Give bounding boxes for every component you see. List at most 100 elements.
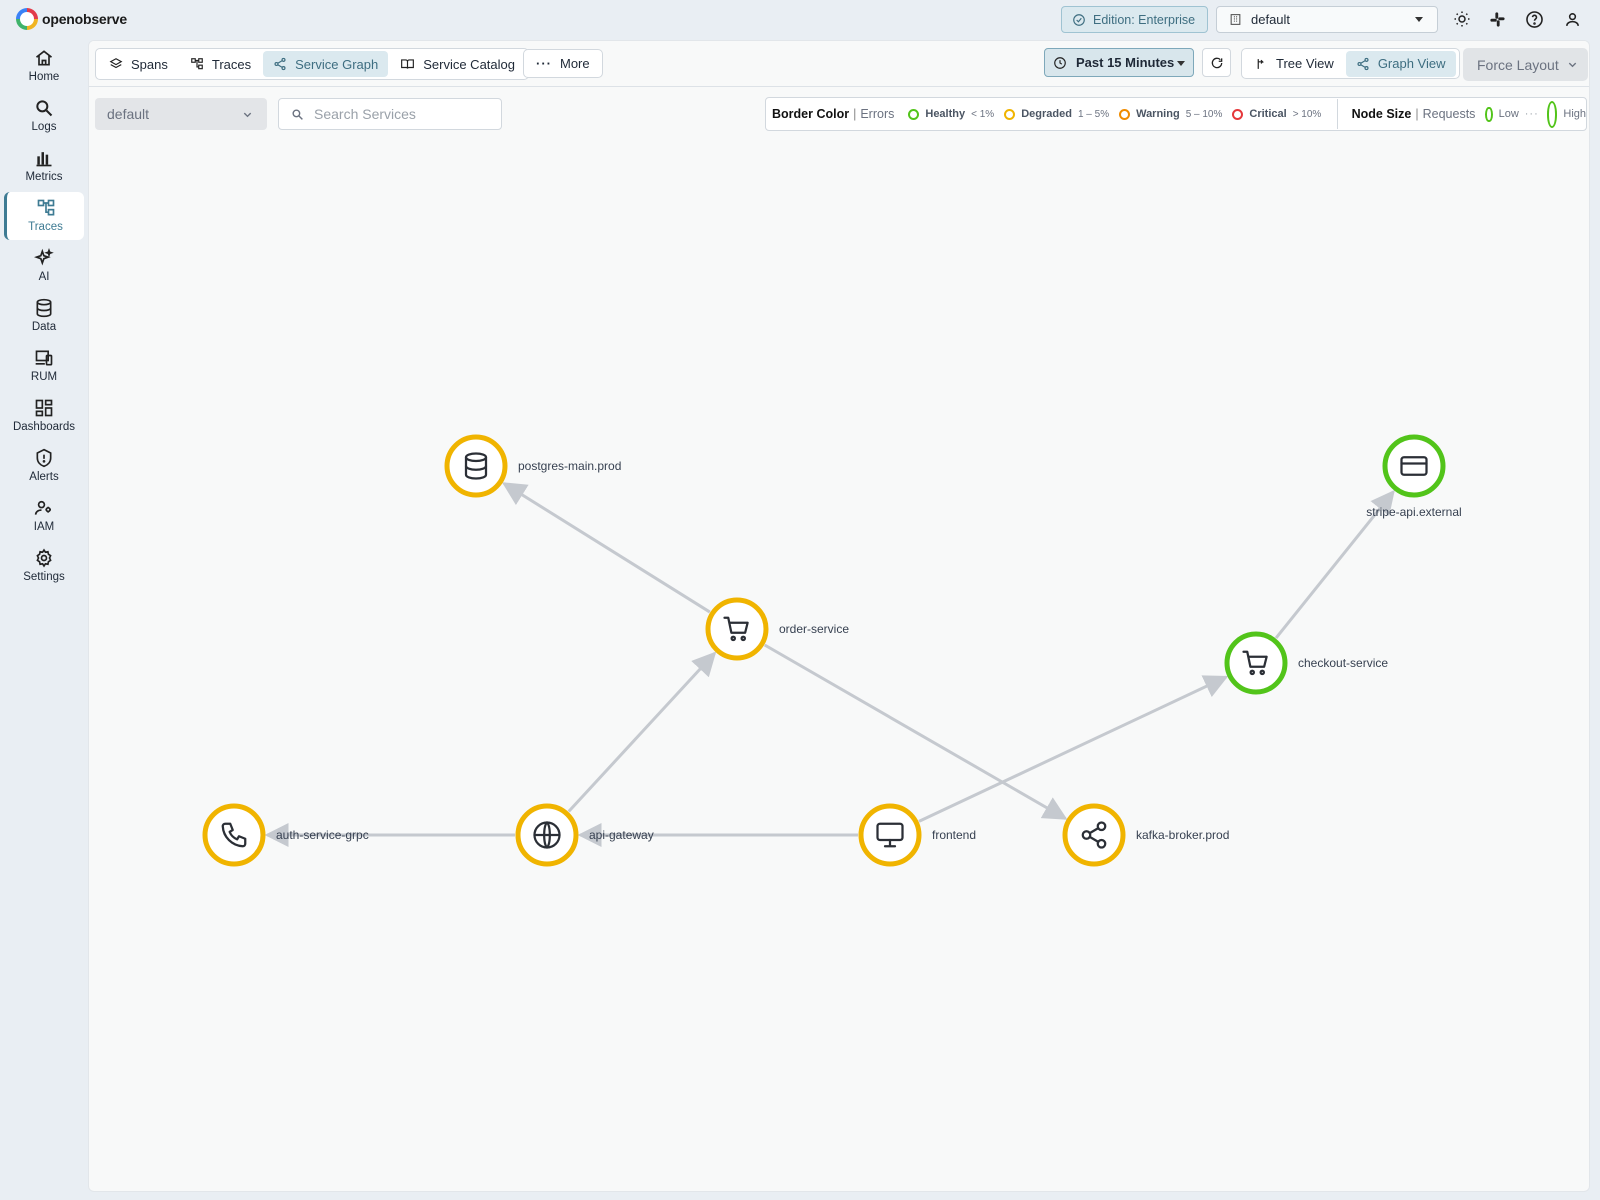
help-icon[interactable] — [1524, 9, 1544, 29]
sidebar-item-logs[interactable]: Logs — [4, 92, 84, 140]
status-ring-icon — [1004, 108, 1016, 120]
sidebar-item-label: IAM — [33, 521, 55, 533]
view-label: Graph View — [1377, 56, 1446, 71]
more-button[interactable]: ··· More — [523, 49, 603, 78]
sidebar-item-traces[interactable]: Traces — [4, 192, 84, 240]
sidebar-item-metrics[interactable]: Metrics — [4, 142, 84, 190]
tab-spans[interactable]: Spans — [99, 51, 178, 77]
devices-icon — [35, 350, 53, 366]
node-label: frontend — [932, 828, 976, 842]
node-label: auth-service-grpc — [276, 828, 369, 842]
top-bar: openobserve Edition: Enterprise default — [0, 0, 1600, 38]
legend-size-low: Low — [1498, 108, 1519, 120]
graph-node[interactable]: postgres-main.prod — [444, 434, 621, 498]
tab-service-graph[interactable]: Service Graph — [263, 51, 389, 77]
tab-service-catalog[interactable]: Service Catalog — [390, 51, 525, 77]
node-label: kafka-broker.prod — [1136, 828, 1229, 842]
legend-size-high: High — [1563, 108, 1586, 120]
graph-node[interactable]: stripe-api.external — [1366, 434, 1462, 519]
legend-size-title: Node Size — [1351, 107, 1412, 121]
user-icon[interactable] — [1562, 9, 1582, 29]
legend-size-sub: Requests — [1422, 107, 1476, 121]
layout-select[interactable]: Force Layout — [1463, 48, 1588, 81]
sidebar-item-data[interactable]: Data — [4, 292, 84, 340]
app-name: openobserve — [42, 11, 127, 27]
graph-node[interactable]: checkout-service — [1224, 631, 1388, 695]
legend-item-warning: Warning 5 – 10% — [1119, 108, 1222, 120]
org-select[interactable]: default — [1216, 6, 1438, 33]
sidebar: Home Logs Metrics Traces AI Data RUM Das… — [0, 38, 88, 1200]
sidebar-item-label: Logs — [31, 121, 57, 133]
sidebar-item-home[interactable]: Home — [4, 42, 84, 90]
stream-value: default — [107, 106, 150, 122]
app-logo[interactable]: openobserve — [16, 8, 127, 30]
time-range-picker[interactable]: Past 15 Minutes — [1044, 48, 1194, 77]
toolbar: Spans Traces Service Graph Service Catal… — [89, 41, 1589, 87]
refresh-button[interactable] — [1202, 48, 1231, 77]
slack-icon[interactable] — [1487, 9, 1507, 29]
book-icon — [401, 59, 415, 69]
logo-mark-icon — [16, 8, 38, 30]
legend-item-critical: Critical > 10% — [1232, 108, 1321, 120]
edition-badge[interactable]: Edition: Enterprise — [1061, 6, 1208, 33]
node-label: order-service — [779, 622, 849, 636]
gear-icon — [36, 548, 52, 568]
sidebar-item-dashboards[interactable]: Dashboards — [4, 392, 84, 440]
sidebar-item-settings[interactable]: Settings — [4, 542, 84, 590]
dashboard-icon — [35, 399, 53, 417]
status-ring-icon — [1232, 108, 1244, 120]
legend-separator: | — [1415, 107, 1419, 121]
chevron-down-icon — [1177, 61, 1185, 66]
share-icon — [1357, 57, 1369, 70]
chevron-down-icon — [1568, 62, 1576, 68]
sidebar-item-rum[interactable]: RUM — [4, 342, 84, 390]
org-value: default — [1251, 12, 1291, 27]
graph-edge — [567, 651, 717, 813]
graph-legend: Border Color | Errors Healthy < 1% Degra… — [765, 97, 1587, 131]
shield-alert-icon — [36, 448, 52, 468]
tab-traces[interactable]: Traces — [180, 51, 261, 77]
tree-icon — [1257, 58, 1265, 69]
graph-node[interactable]: auth-service-grpc — [202, 803, 369, 867]
building-icon — [1230, 14, 1241, 25]
legend-status-range: 5 – 10% — [1185, 108, 1223, 120]
traces-icon — [191, 58, 203, 70]
service-graph-canvas[interactable]: postgres-main.prod stripe-api.external ord… — [89, 41, 1590, 1192]
ellipsis-icon: ··· — [536, 56, 552, 71]
legend-status-range: > 10% — [1292, 108, 1322, 120]
node-status-ring — [444, 434, 508, 498]
graph-node[interactable]: order-service — [705, 597, 849, 661]
legend-item-degraded: Degraded 1 – 5% — [1004, 108, 1109, 120]
graph-node[interactable]: kafka-broker.prod — [1062, 803, 1229, 867]
refresh-icon — [1211, 57, 1222, 68]
search-services-input[interactable]: Search Services — [278, 98, 502, 130]
node-label: checkout-service — [1298, 656, 1388, 670]
database-icon — [36, 298, 52, 318]
legend-status-name: Warning — [1136, 108, 1180, 120]
sidebar-item-iam[interactable]: IAM — [4, 492, 84, 540]
time-range-label: Past 15 Minutes — [1076, 55, 1175, 70]
node-status-ring — [705, 597, 769, 661]
more-label: More — [560, 56, 590, 71]
tab-label: Service Graph — [295, 56, 379, 72]
graph-nodes: postgres-main.prod stripe-api.external ord… — [202, 434, 1462, 867]
tree-view-button[interactable]: Tree View — [1245, 51, 1344, 77]
chevron-down-icon — [1415, 17, 1423, 22]
sidebar-item-ai[interactable]: AI — [4, 242, 84, 290]
traces-icon — [37, 199, 54, 216]
graph-view-button[interactable]: Graph View — [1345, 50, 1456, 77]
sun-icon[interactable] — [1452, 9, 1472, 29]
search-icon — [36, 100, 53, 117]
graph-node[interactable]: frontend — [858, 803, 976, 867]
legend-item-healthy: Healthy < 1% — [908, 108, 994, 120]
tab-label: Spans — [131, 56, 168, 72]
stream-select[interactable]: default — [95, 98, 267, 130]
graph-edge — [918, 675, 1229, 823]
layout-label: Force Layout — [1477, 56, 1559, 73]
ellipsis-icon: ··· — [1524, 108, 1539, 120]
sidebar-item-label: RUM — [30, 371, 58, 383]
sidebar-item-label: Data — [31, 321, 57, 333]
sidebar-item-alerts[interactable]: Alerts — [4, 442, 84, 490]
sidebar-item-label: Dashboards — [12, 421, 75, 433]
search-placeholder: Search Services — [314, 106, 416, 122]
